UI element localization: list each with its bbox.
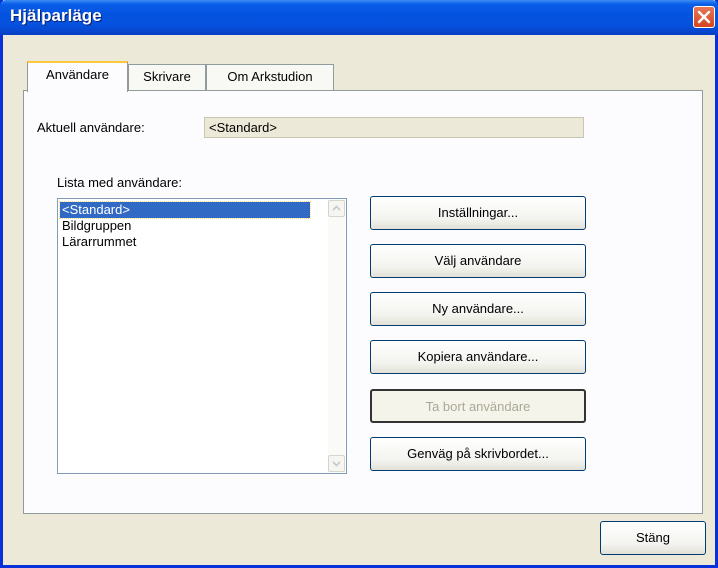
- current-user-field: <Standard>: [204, 117, 584, 138]
- tab-skrivare[interactable]: Skrivare: [128, 64, 206, 90]
- user-listbox[interactable]: <Standard> Bildgruppen Lärarrummet: [57, 198, 347, 474]
- current-user-label: Aktuell användare:: [37, 120, 145, 135]
- vertical-scrollbar[interactable]: [328, 200, 345, 472]
- close-button[interactable]: Stäng: [600, 521, 706, 555]
- tab-om-arkstudion[interactable]: Om Arkstudion: [206, 64, 334, 90]
- copy-user-button[interactable]: Kopiera användare...: [370, 340, 586, 374]
- new-user-button[interactable]: Ny användare...: [370, 292, 586, 326]
- dialog-window: Hjälparläge Användare Skrivare Om Arkstu…: [0, 0, 718, 568]
- delete-user-button[interactable]: Ta bort användare: [370, 389, 586, 423]
- tab-label: Användare: [46, 67, 109, 82]
- title-bar[interactable]: Hjälparläge: [0, 0, 718, 35]
- settings-button[interactable]: Inställningar...: [370, 196, 586, 230]
- list-item[interactable]: <Standard>: [59, 201, 311, 219]
- list-item[interactable]: Lärarrummet: [60, 234, 310, 250]
- close-window-button[interactable]: [693, 6, 715, 28]
- scroll-up-button[interactable]: [328, 200, 345, 217]
- scroll-down-button[interactable]: [328, 455, 345, 472]
- desktop-shortcut-button[interactable]: Genväg på skrivbordet...: [370, 437, 586, 471]
- tab-label: Om Arkstudion: [227, 69, 313, 84]
- list-item[interactable]: Bildgruppen: [60, 218, 310, 234]
- select-user-button[interactable]: Välj användare: [370, 244, 586, 278]
- tab-anvandare[interactable]: Användare: [27, 61, 128, 92]
- window-title: Hjälparläge: [10, 6, 102, 25]
- tab-label: Skrivare: [143, 69, 191, 84]
- user-list-label: Lista med användare:: [57, 175, 183, 190]
